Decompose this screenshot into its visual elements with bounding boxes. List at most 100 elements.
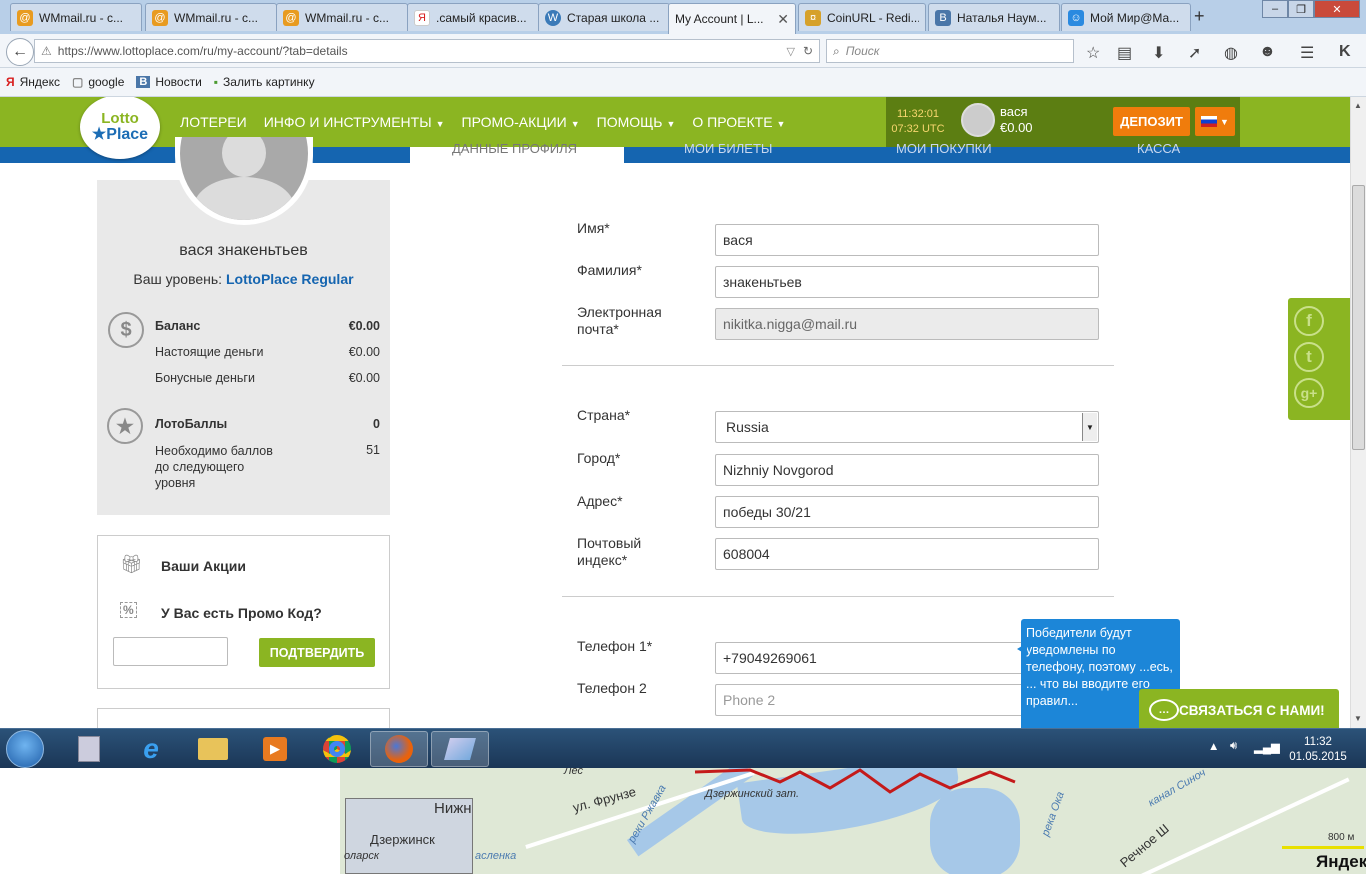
close-tab-icon[interactable]: ✕ (777, 11, 789, 28)
volume-icon[interactable]: 🔊︎ (1230, 740, 1237, 753)
back-button[interactable]: ← (6, 38, 34, 66)
scroll-thumb[interactable] (1352, 185, 1365, 450)
reload-icon[interactable]: ↻ (803, 44, 813, 58)
file-explorer-icon[interactable] (184, 731, 242, 767)
browser-tab[interactable]: @ WMmail.ru - с... (276, 3, 408, 31)
last-name-field[interactable]: знакеньтьев (715, 266, 1099, 298)
chrome-icon[interactable] (308, 731, 366, 767)
tab-profile-details[interactable]: ДАННЫЕ ПРОФИЛЯ (410, 141, 624, 163)
browser-tab[interactable]: ¤ CoinURL - Redi... (798, 3, 926, 31)
clock-utc: 07:32 UTC (891, 123, 945, 135)
chevron-down-icon: ▼ (1082, 413, 1097, 441)
url-bar[interactable]: ⚠ https://www.lottoplace.com/ru/my-accou… (34, 39, 820, 63)
promo-code-input[interactable] (113, 637, 228, 666)
chevron-down-icon: ▼ (570, 119, 580, 129)
browser-tab[interactable]: @ WMmail.ru - с... (10, 3, 142, 31)
menu-icon[interactable]: ☰ (1300, 43, 1314, 63)
wmmail-icon: @ (17, 9, 33, 26)
tab-cashier[interactable]: КАССА (1137, 141, 1180, 156)
nav-about[interactable]: О ПРОЕКТЕ ▼ (692, 114, 785, 130)
chevron-down-icon: ▼ (776, 119, 786, 129)
user-name[interactable]: вася (1000, 104, 1033, 120)
site-logo[interactable]: Lotto ★Place (80, 97, 160, 159)
send-icon[interactable]: ➚ (1188, 43, 1201, 63)
browser-tab[interactable]: @ WMmail.ru - с... (145, 3, 277, 31)
deposit-button[interactable]: ДЕПОЗИТ (1113, 107, 1190, 136)
close-window-button[interactable]: ✕ (1314, 0, 1360, 18)
new-tab-button[interactable]: + (1194, 6, 1205, 27)
search-input[interactable]: ⌕ Поиск (826, 39, 1074, 63)
language-select[interactable]: ▼ (1195, 107, 1235, 136)
phone1-value: +79049269061 (723, 650, 817, 666)
contact-us-button[interactable]: … СВЯЗАТЬСЯ С НАМИ! (1139, 689, 1339, 728)
browser-tab[interactable]: Я .самый красив... (407, 3, 539, 31)
address-field[interactable]: победы 30/21 (715, 496, 1099, 528)
firefox-icon[interactable] (370, 731, 428, 767)
kaspersky-icon[interactable]: K (1339, 43, 1351, 61)
promo-actions-label[interactable]: Ваши Акции (161, 558, 246, 574)
url-dropdown-icon[interactable]: ▽ (786, 45, 794, 58)
show-hidden-icons-icon[interactable]: ▲ (1208, 741, 1219, 753)
minimize-button[interactable]: – (1262, 0, 1288, 18)
russia-flag-icon (1201, 116, 1218, 127)
page-icon: ▢ (71, 75, 84, 89)
avatar[interactable] (961, 103, 995, 137)
tab-label: WMmail.ru - с... (39, 10, 123, 25)
nav-lotteries[interactable]: ЛОТЕРЕИ (180, 114, 247, 130)
logo-text-bottom: ★Place (91, 126, 149, 143)
bookmark-star-icon[interactable]: ☆ (1086, 43, 1100, 63)
nav-help[interactable]: ПОМОЩЬ ▼ (597, 114, 676, 130)
app-icon[interactable] (431, 731, 489, 767)
start-button[interactable] (6, 730, 44, 768)
twitter-icon[interactable]: t (1294, 342, 1324, 372)
bookmark-item[interactable]: ▪ Залить картинку (214, 75, 315, 89)
facebook-icon[interactable]: f (1294, 306, 1324, 336)
browser-tab[interactable]: W Старая школа ... (538, 3, 670, 31)
browser-tab-active[interactable]: My Account | L... ✕ (668, 3, 796, 34)
restore-button[interactable]: ❐ (1288, 0, 1314, 18)
balance-value: €0.00 (348, 319, 380, 333)
bookmark-item[interactable]: ▢ google (72, 75, 124, 89)
globe-icon[interactable]: ◍ (1224, 43, 1238, 63)
address-value: победы 30/21 (723, 504, 811, 520)
tab-label: CoinURL - Redi... (827, 10, 919, 25)
email-field[interactable]: nikitka.nigga@mail.ru (715, 308, 1099, 340)
bookmark-item[interactable]: B Новости (136, 75, 202, 89)
calculator-icon[interactable] (60, 731, 118, 767)
google-plus-icon[interactable]: g+ (1294, 378, 1324, 408)
bookmark-item[interactable]: Я Яндекс (6, 75, 60, 89)
profile-level: Ваш уровень: LottoPlace Regular (97, 271, 390, 287)
tab-my-tickets[interactable]: МОИ БИЛЕТЫ (684, 141, 772, 156)
map-view[interactable]: Лес ул. Фрунзе Нижн Дзержинск реки Ржавк… (340, 768, 1366, 874)
country-select[interactable]: Russia ▼ (715, 411, 1099, 443)
reading-list-icon[interactable]: ▤ (1117, 43, 1132, 63)
level-name[interactable]: LottoPlace Regular (226, 271, 354, 287)
browser-tab[interactable]: B Наталья Наум... (928, 3, 1060, 31)
page-scrollbar[interactable]: ▲ ▼ (1350, 97, 1366, 728)
scroll-up-icon[interactable]: ▲ (1354, 101, 1362, 110)
download-icon[interactable]: ⬇ (1152, 43, 1165, 63)
chat-icon[interactable]: ☻ (1259, 43, 1276, 61)
web-page: ЛОТЕРЕИ ИНФО И ИНСТРУМЕНТЫ ▼ ПРОМО-АКЦИИ ▼… (0, 97, 1350, 728)
tray-clock[interactable]: 11:32 01.05.2015 (1278, 735, 1358, 765)
scroll-down-icon[interactable]: ▼ (1354, 714, 1362, 723)
zip-field[interactable]: 608004 (715, 538, 1099, 570)
media-player-icon[interactable]: ▶ (246, 731, 304, 767)
yandex-icon: Я (414, 9, 430, 26)
nav-info-tools[interactable]: ИНФО И ИНСТРУМЕНТЫ ▼ (264, 114, 445, 130)
browser-nav-bar: ← ⚠ https://www.lottoplace.com/ru/my-acc… (0, 34, 1366, 68)
confirm-promo-button[interactable]: ПОДТВЕРДИТЬ (259, 638, 375, 667)
tab-my-purchases[interactable]: МОИ ПОКУПКИ (896, 141, 992, 156)
zip-label: Почтовый индекс* (577, 535, 642, 568)
browser-tab[interactable]: ☺ Мой Мир@Ма... (1061, 3, 1191, 31)
nav-promo[interactable]: ПРОМО-АКЦИИ ▼ (462, 114, 580, 130)
phone2-placeholder: Phone 2 (723, 692, 776, 708)
network-icon[interactable]: ▂▄▆ (1254, 740, 1280, 754)
first-name-field[interactable]: вася (715, 224, 1099, 256)
map-label: Лес (564, 768, 584, 777)
city-field[interactable]: Nizhniy Novgorod (715, 454, 1099, 486)
contact-us-label: СВЯЗАТЬСЯ С НАМИ! (1179, 702, 1325, 718)
last-name-label: Фамилия* (577, 262, 642, 278)
bookmarks-bar: Я Яндекс ▢ google B Новости ▪ Залить кар… (0, 68, 1366, 97)
internet-explorer-icon[interactable]: e (122, 731, 180, 767)
